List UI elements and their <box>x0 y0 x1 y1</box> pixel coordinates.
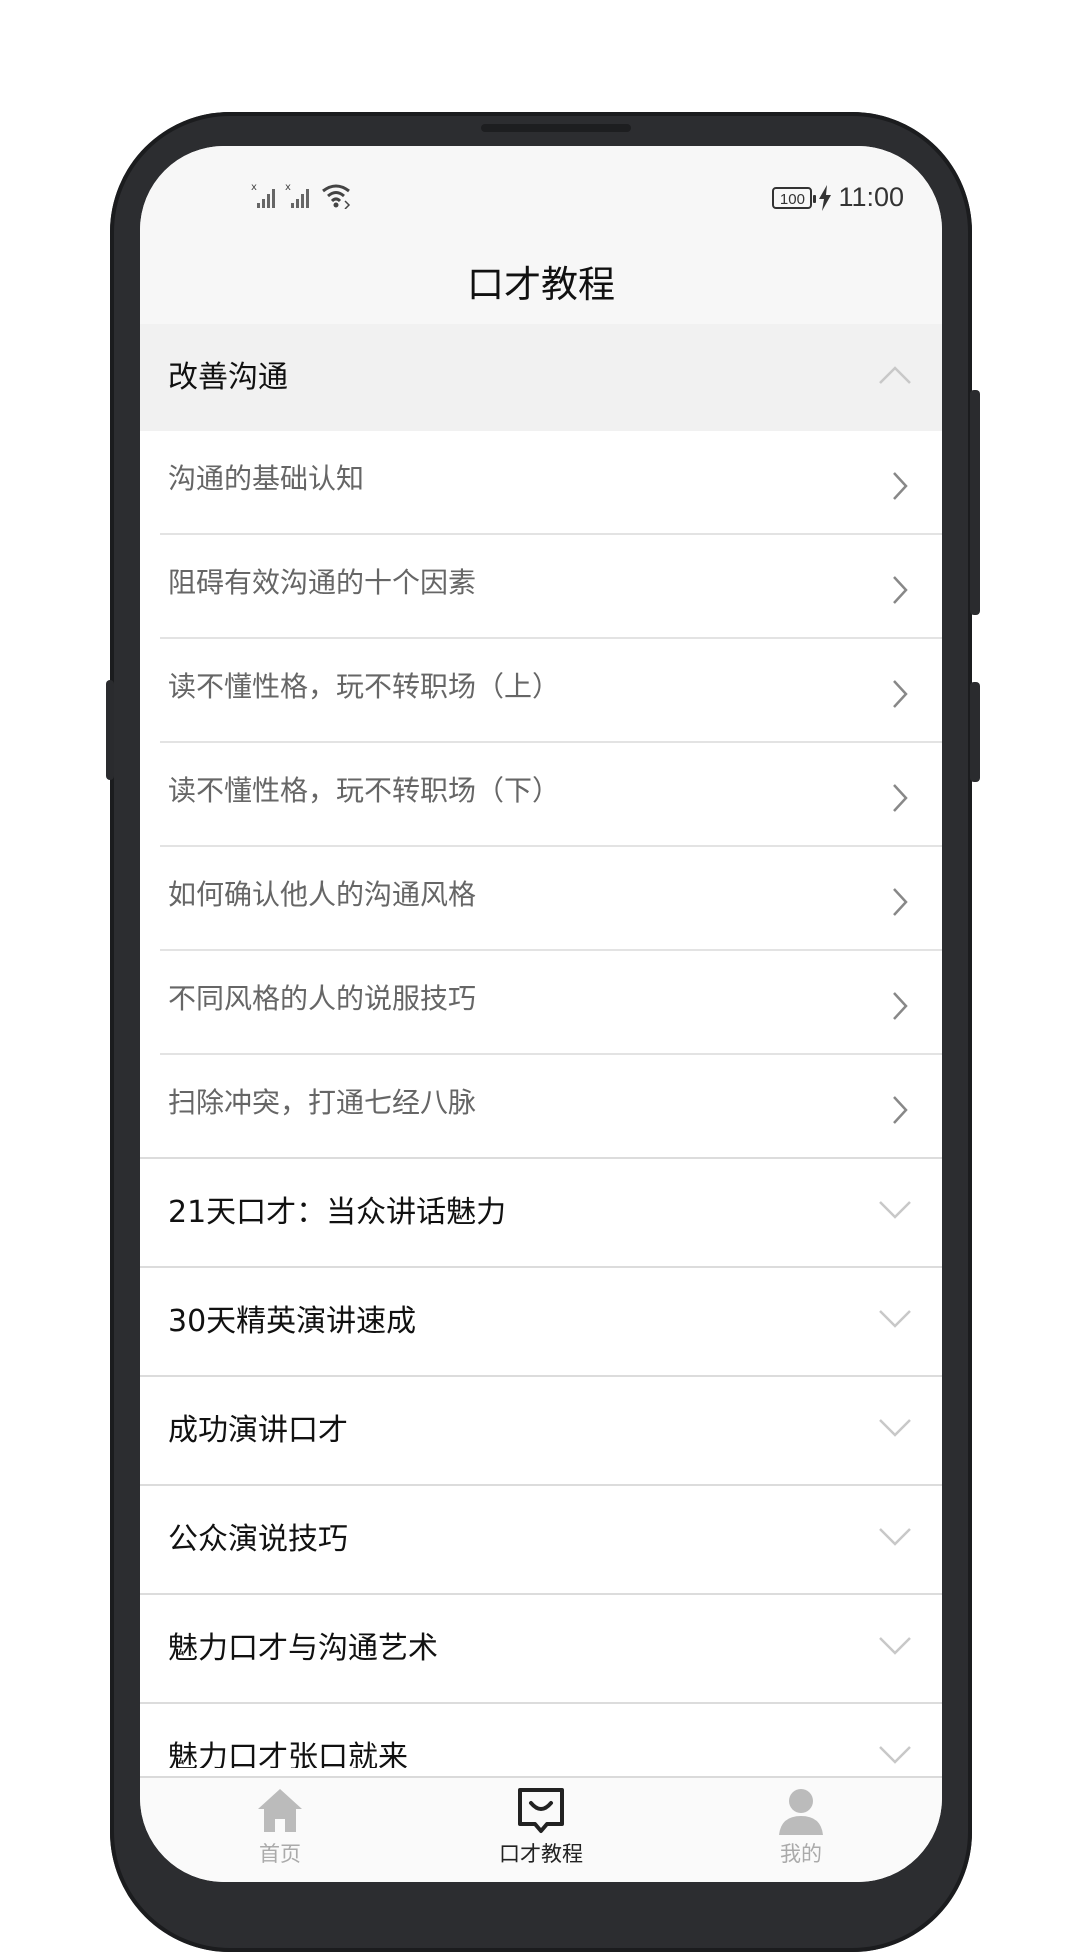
list-item-label: 阻碍有效沟通的十个因素 <box>168 566 477 599</box>
page-title: 口才教程 <box>140 246 942 324</box>
list-item[interactable]: 读不懂性格，玩不转职场（上） <box>160 639 942 743</box>
group-header[interactable]: 魅力口才张口就来 <box>140 1704 942 1768</box>
chevron-right-icon <box>893 472 908 500</box>
group-title: 成功演讲口才 <box>168 1413 348 1448</box>
chevron-up-icon <box>879 366 911 384</box>
svg-text:x: x <box>285 182 291 193</box>
battery-level: 100 <box>779 190 805 208</box>
chevron-right-icon <box>893 680 908 708</box>
battery-icon: 100 <box>772 186 817 209</box>
tab-tutorial[interactable]: 口才教程 <box>461 1786 621 1868</box>
list-item-label: 读不懂性格，玩不转职场（上） <box>168 670 561 703</box>
svg-text:x: x <box>251 182 257 193</box>
group-header[interactable]: 成功演讲口才 <box>140 1377 942 1486</box>
course-list: 改善沟通 沟通的基础认知 阻碍有效沟通的十个因素 读不懂性格，玩不转职场（上） … <box>140 324 942 1768</box>
chevron-down-icon <box>879 1746 911 1764</box>
chevron-down-icon <box>879 1419 911 1437</box>
person-icon <box>779 1789 823 1835</box>
chat-smile-icon <box>518 1788 564 1833</box>
tab-label: 口才教程 <box>499 1842 583 1866</box>
status-time: 11:00 <box>838 182 904 212</box>
phone-volume-button <box>106 680 114 780</box>
phone-speaker <box>481 124 631 132</box>
phone-side-button <box>970 682 980 782</box>
group-header[interactable]: 魅力口才与沟通艺术 <box>140 1595 942 1704</box>
tab-label: 我的 <box>780 1842 822 1866</box>
chevron-down-icon <box>879 1310 911 1328</box>
group-title: 魅力口才张口就来 <box>168 1740 408 1768</box>
signal-icon: x <box>285 182 309 208</box>
list-item-label: 如何确认他人的沟通风格 <box>168 878 477 911</box>
tab-home[interactable]: 首页 <box>200 1786 360 1868</box>
chevron-right-icon <box>893 576 908 604</box>
group-title: 魅力口才与沟通艺术 <box>168 1631 438 1666</box>
group-header[interactable]: 30天精英演讲速成 <box>140 1268 942 1377</box>
list-item[interactable]: 不同风格的人的说服技巧 <box>160 951 942 1055</box>
group-title: 公众演说技巧 <box>168 1522 348 1557</box>
list-item[interactable]: 阻碍有效沟通的十个因素 <box>160 535 942 639</box>
list-item-label: 不同风格的人的说服技巧 <box>168 982 477 1015</box>
group-title: 30天精英演讲速成 <box>168 1304 417 1339</box>
screen: x x 100 11:00 口才教程 改善沟通 沟通的基础认知 阻碍有效沟通的十… <box>140 146 942 1882</box>
bottom-tab-bar: 首页 口才教程 我的 <box>140 1776 942 1882</box>
group-header-expanded[interactable]: 改善沟通 <box>140 324 942 431</box>
list-item-label: 沟通的基础认知 <box>168 462 365 495</box>
list-item-label: 读不懂性格，玩不转职场（下） <box>168 774 561 807</box>
list-item-label: 扫除冲突，打通七经八脉 <box>168 1086 477 1119</box>
list-item[interactable]: 如何确认他人的沟通风格 <box>160 847 942 951</box>
list-item[interactable]: 读不懂性格，玩不转职场（下） <box>160 743 942 847</box>
phone-power-button <box>970 390 980 615</box>
list-item[interactable]: 扫除冲突，打通七经八脉 <box>140 1055 942 1159</box>
chevron-down-icon <box>879 1201 911 1219</box>
charging-icon <box>819 184 832 211</box>
group-title: 改善沟通 <box>168 360 288 395</box>
signal-icon: x <box>251 182 275 208</box>
wifi-icon <box>322 184 351 209</box>
tab-mine[interactable]: 我的 <box>721 1786 881 1868</box>
group-header[interactable]: 公众演说技巧 <box>140 1486 942 1595</box>
group-title: 21天口才：当众讲话魅力 <box>168 1195 507 1230</box>
chevron-down-icon <box>879 1528 911 1546</box>
status-right: 100 11:00 <box>772 182 904 213</box>
group-header[interactable]: 21天口才：当众讲话魅力 <box>140 1159 942 1268</box>
chevron-right-icon <box>893 888 908 916</box>
chevron-right-icon <box>893 1096 908 1124</box>
chevron-right-icon <box>893 784 908 812</box>
list-item[interactable]: 沟通的基础认知 <box>160 431 942 535</box>
home-icon <box>258 1789 302 1832</box>
chevron-down-icon <box>879 1637 911 1655</box>
chevron-right-icon <box>893 992 908 1020</box>
tab-label: 首页 <box>259 1842 301 1866</box>
status-bar: x x 100 11:00 <box>140 146 942 246</box>
